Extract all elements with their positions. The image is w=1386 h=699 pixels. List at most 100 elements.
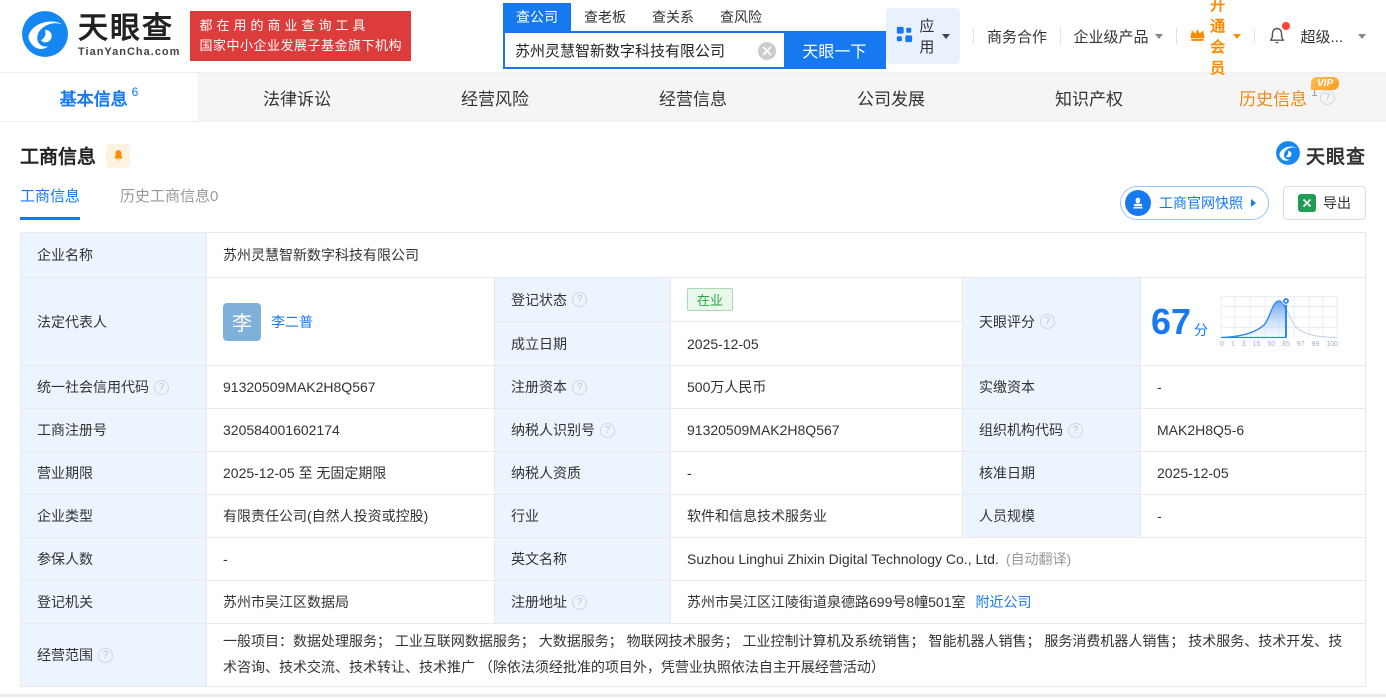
tab-company-development[interactable]: 公司发展 [792,73,990,121]
field-value-org-code: MAK2H8Q5-6 [1141,409,1365,451]
field-value-company-type: 有限责任公司(自然人投资或控股) [207,495,494,537]
score-value: 67 分 [1151,300,1209,342]
apps-grid-icon [896,26,913,47]
nav-enterprise-products[interactable]: 企业级产品 [1074,26,1163,47]
score-distribution-chart: 0 1 3 15 50 85 97 99 100 [1220,295,1338,348]
search-tab-company[interactable]: 查公司 [502,3,571,31]
nav-open-membership[interactable]: 开通会员 [1189,0,1241,78]
chevron-down-icon [1358,33,1366,39]
main-content: 工商信息 天眼查 工商信息 历史工商信息0 工商官网快照 导出 企业名称 苏州灵… [0,140,1386,687]
field-label-tianyan-score: 天眼评分 ? [963,278,1140,365]
tab-basic-info[interactable]: 基本信息 6 [0,73,198,121]
tab-operating-risk[interactable]: 经营风险 [396,73,594,121]
page-bottom-divider [0,694,1386,697]
help-icon[interactable]: ? [600,422,615,438]
field-label-company-type: 企业类型 [21,495,206,537]
tab-legal-litigation[interactable]: 法律诉讼 [198,73,396,121]
tab-operating-info[interactable]: 经营信息 [594,73,792,121]
field-label-paid-capital: 实缴资本 [963,366,1140,408]
legal-rep-avatar[interactable]: 李 [223,302,261,341]
help-icon[interactable]: ? [572,379,587,395]
chevron-down-icon [942,33,951,39]
legal-rep-name-link[interactable]: 李二普 [271,312,313,332]
field-value-registered-address: 苏州市吴江区江陵街道泉德路699号8幢501室 附近公司 [671,581,1365,623]
field-label-industry: 行业 [495,495,670,537]
help-icon[interactable]: ? [1068,422,1083,438]
nav-super-vip[interactable]: 超级... [1300,26,1343,47]
tab-history-info[interactable]: 历史信息 1 ? VIP [1188,73,1386,121]
field-label-approval-date: 核准日期 [963,452,1140,494]
field-label-insured-count: 参保人数 [21,538,206,580]
field-value-insured-count: - [207,538,494,580]
search-button[interactable]: 天眼一下 [784,33,885,67]
vip-badge: VIP [1311,77,1340,90]
search-tab-boss[interactable]: 查老板 [571,3,639,31]
field-label-english-name: 英文名称 [495,538,670,580]
export-button[interactable]: 导出 [1283,185,1366,220]
search-area: 查公司 查老板 查关系 查风险 天眼一下 [502,3,887,69]
field-label-establish-date: 成立日期 [495,322,670,365]
help-icon[interactable]: ? [572,594,587,610]
apps-menu[interactable]: 应用 [886,8,961,64]
arrow-right-icon [1251,198,1256,207]
top-header: 天眼查 TianYanCha.com 都在用的商业查询工具 国家中小企业发展子基… [0,0,1386,77]
search-tab-relation[interactable]: 查关系 [639,3,707,31]
header-nav: 应用 商务合作 企业级产品 开通会员 超级... [886,0,1366,78]
score-axis-ticks: 0 1 3 15 50 85 97 99 100 [1220,340,1338,348]
search-box: 天眼一下 [502,31,887,69]
field-label-registered-capital: 注册资本 ? [495,366,670,408]
brand-slogan: 都在用的商业查询工具 国家中小企业发展子基金旗下机构 [190,10,411,62]
section-title: 工商信息 [20,147,97,168]
logo-domain-text: TianYanCha.com [78,46,181,58]
field-label-taxpayer-quality: 纳税人资质 [495,452,670,494]
field-label-registration-number: 工商注册号 [21,409,206,451]
help-icon[interactable]: ? [572,292,587,307]
divider [1253,28,1255,44]
field-label-legal-representative: 法定代表人 [21,278,206,365]
field-value-registration-status: 在业 [671,278,962,321]
field-value-business-term: 2025-12-05 至 无固定期限 [207,452,494,494]
field-label-org-code: 组织机构代码 ? [963,409,1140,451]
official-snapshot-button[interactable]: 工商官网快照 [1120,185,1269,220]
field-value-registration-authority: 苏州市吴江区数据局 [207,581,494,623]
logo-eye-icon [20,9,70,64]
help-icon[interactable]: ? [154,379,169,395]
subtab-business-info[interactable]: 工商信息 [20,185,81,220]
field-value-company-name: 苏州灵慧智新数字科技有限公司 [207,233,1365,277]
tianyancha-logo[interactable]: 天眼查 TianYanCha.com [20,9,180,64]
tianyancha-watermark: 天眼查 [1275,140,1366,171]
subscribe-bell-icon[interactable] [106,143,131,168]
help-icon[interactable]: ? [98,647,113,663]
field-label-credit-code: 统一社会信用代码 ? [21,366,206,408]
subtab-history-business-info[interactable]: 历史工商信息0 [120,185,218,217]
field-value-industry: 软件和信息技术服务业 [671,495,962,537]
field-label-company-name: 企业名称 [21,233,206,277]
logo-brand-text: 天眼查 [78,12,174,45]
auto-translate-note: (自动翻译) [1005,551,1072,567]
search-category-tabs: 查公司 查老板 查关系 查风险 [502,3,886,31]
field-label-registration-status: 登记状态 ? [495,278,670,321]
business-info-subtabs: 工商信息 历史工商信息0 [20,185,218,220]
field-value-registered-capital: 500万人民币 [671,366,962,408]
chevron-down-icon [1154,33,1163,39]
field-value-business-scope: 一般项目：数据处理服务； 工业互联网数据服务； 大数据服务； 物联网技术服务； … [207,624,1365,686]
divider [1175,28,1177,44]
company-page-tabs: 基本信息 6 法律诉讼 经营风险 经营信息 公司发展 知识产权 历史信息 1 ?… [0,72,1386,122]
divider [1060,28,1061,44]
field-label-staff-size: 人员规模 [963,495,1140,537]
tab-intellectual-property[interactable]: 知识产权 [990,73,1188,121]
nav-business-cooperation[interactable]: 商务合作 [987,26,1047,47]
notifications-bell-icon[interactable] [1267,22,1291,47]
search-input[interactable] [504,33,785,67]
nearby-companies-link[interactable]: 附近公司 [976,592,1032,612]
tianyan-score-panel[interactable]: 67 分 0 1 3 15 50 85 97 99 100 [1141,278,1365,365]
field-value-english-name: Suzhou Linghui Zhixin Digital Technology… [671,538,1365,580]
help-icon[interactable]: ? [1040,314,1055,329]
help-icon[interactable]: ? [1319,89,1335,105]
search-tab-risk[interactable]: 查风险 [707,3,775,31]
divider [973,28,974,44]
crown-icon [1189,27,1206,46]
field-label-business-term: 营业期限 [21,452,206,494]
stamp-icon [1125,189,1151,216]
field-value-legal-representative: 李 李二普 [207,278,494,365]
